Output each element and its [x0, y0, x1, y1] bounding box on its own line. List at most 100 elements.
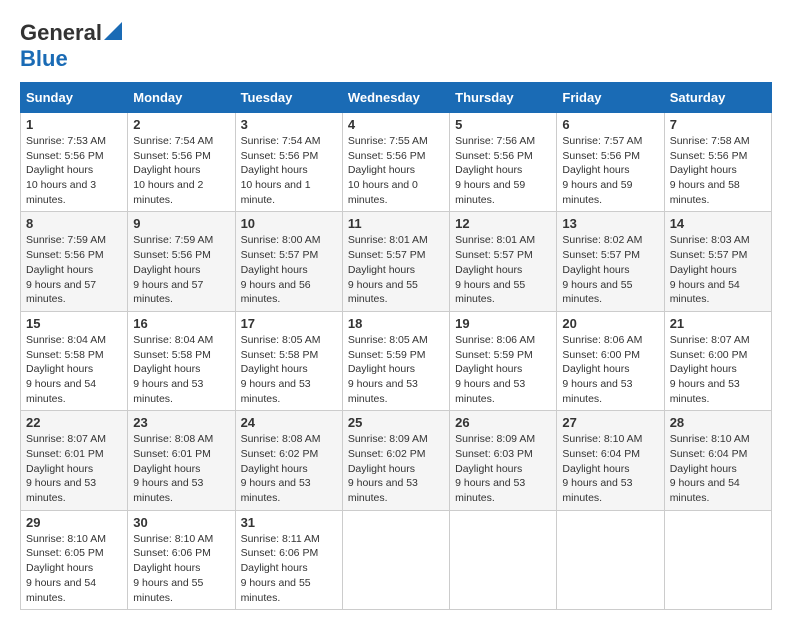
day-info: Sunrise: 7:54 AM Sunset: 5:56 PM Dayligh…	[241, 134, 337, 207]
sunset-label: Sunset: 5:58 PM	[26, 349, 104, 361]
weekday-header-wednesday: Wednesday	[342, 83, 449, 113]
calendar-week-4: 22 Sunrise: 8:07 AM Sunset: 6:01 PM Dayl…	[21, 411, 772, 510]
day-number: 24	[241, 415, 337, 430]
sunset-label: Sunset: 5:57 PM	[455, 249, 533, 261]
day-info: Sunrise: 7:58 AM Sunset: 5:56 PM Dayligh…	[670, 134, 766, 207]
daylight-label: Daylight hours	[562, 164, 629, 176]
daylight-value: 9 hours and 54 minutes.	[26, 378, 96, 405]
sunrise-label: Sunrise: 8:09 AM	[348, 433, 428, 445]
daylight-value: 9 hours and 53 minutes.	[670, 378, 740, 405]
sunrise-label: Sunrise: 8:00 AM	[241, 234, 321, 246]
calendar-cell: 21 Sunrise: 8:07 AM Sunset: 6:00 PM Dayl…	[664, 311, 771, 410]
day-number: 26	[455, 415, 551, 430]
day-number: 16	[133, 316, 229, 331]
daylight-value: 9 hours and 58 minutes.	[670, 179, 740, 206]
sunset-label: Sunset: 6:02 PM	[348, 448, 426, 460]
daylight-label: Daylight hours	[133, 363, 200, 375]
daylight-value: 9 hours and 53 minutes.	[455, 378, 525, 405]
day-number: 23	[133, 415, 229, 430]
day-info: Sunrise: 8:04 AM Sunset: 5:58 PM Dayligh…	[133, 333, 229, 406]
daylight-label: Daylight hours	[670, 463, 737, 475]
calendar-cell: 26 Sunrise: 8:09 AM Sunset: 6:03 PM Dayl…	[450, 411, 557, 510]
daylight-label: Daylight hours	[670, 363, 737, 375]
calendar-cell: 17 Sunrise: 8:05 AM Sunset: 5:58 PM Dayl…	[235, 311, 342, 410]
sunrise-label: Sunrise: 7:54 AM	[133, 135, 213, 147]
sunset-label: Sunset: 5:56 PM	[670, 150, 748, 162]
day-info: Sunrise: 8:11 AM Sunset: 6:06 PM Dayligh…	[241, 532, 337, 605]
calendar-cell: 12 Sunrise: 8:01 AM Sunset: 5:57 PM Dayl…	[450, 212, 557, 311]
sunrise-label: Sunrise: 8:04 AM	[26, 334, 106, 346]
calendar-cell: 31 Sunrise: 8:11 AM Sunset: 6:06 PM Dayl…	[235, 510, 342, 609]
sunrise-label: Sunrise: 7:53 AM	[26, 135, 106, 147]
day-info: Sunrise: 8:08 AM Sunset: 6:02 PM Dayligh…	[241, 432, 337, 505]
sunset-label: Sunset: 5:56 PM	[26, 150, 104, 162]
calendar-week-3: 15 Sunrise: 8:04 AM Sunset: 5:58 PM Dayl…	[21, 311, 772, 410]
sunrise-label: Sunrise: 8:10 AM	[562, 433, 642, 445]
sunset-label: Sunset: 6:00 PM	[670, 349, 748, 361]
day-number: 8	[26, 216, 122, 231]
daylight-label: Daylight hours	[348, 164, 415, 176]
calendar-cell: 25 Sunrise: 8:09 AM Sunset: 6:02 PM Dayl…	[342, 411, 449, 510]
calendar-cell: 6 Sunrise: 7:57 AM Sunset: 5:56 PM Dayli…	[557, 113, 664, 212]
daylight-label: Daylight hours	[133, 463, 200, 475]
calendar-cell: 29 Sunrise: 8:10 AM Sunset: 6:05 PM Dayl…	[21, 510, 128, 609]
calendar-cell: 13 Sunrise: 8:02 AM Sunset: 5:57 PM Dayl…	[557, 212, 664, 311]
day-info: Sunrise: 8:07 AM Sunset: 6:01 PM Dayligh…	[26, 432, 122, 505]
daylight-label: Daylight hours	[241, 264, 308, 276]
calendar-cell: 14 Sunrise: 8:03 AM Sunset: 5:57 PM Dayl…	[664, 212, 771, 311]
logo-icon	[104, 22, 122, 40]
sunset-label: Sunset: 5:58 PM	[133, 349, 211, 361]
day-info: Sunrise: 7:59 AM Sunset: 5:56 PM Dayligh…	[133, 233, 229, 306]
daylight-value: 9 hours and 55 minutes.	[133, 577, 203, 604]
daylight-label: Daylight hours	[241, 562, 308, 574]
daylight-value: 10 hours and 2 minutes.	[133, 179, 203, 206]
sunset-label: Sunset: 5:56 PM	[348, 150, 426, 162]
calendar-body: 1 Sunrise: 7:53 AM Sunset: 5:56 PM Dayli…	[21, 113, 772, 610]
day-number: 31	[241, 515, 337, 530]
sunrise-label: Sunrise: 7:56 AM	[455, 135, 535, 147]
sunrise-label: Sunrise: 8:06 AM	[455, 334, 535, 346]
sunrise-label: Sunrise: 8:08 AM	[133, 433, 213, 445]
day-info: Sunrise: 7:56 AM Sunset: 5:56 PM Dayligh…	[455, 134, 551, 207]
day-info: Sunrise: 8:06 AM Sunset: 6:00 PM Dayligh…	[562, 333, 658, 406]
daylight-label: Daylight hours	[670, 164, 737, 176]
daylight-label: Daylight hours	[455, 363, 522, 375]
day-number: 15	[26, 316, 122, 331]
day-info: Sunrise: 8:10 AM Sunset: 6:04 PM Dayligh…	[562, 432, 658, 505]
daylight-value: 9 hours and 53 minutes.	[455, 477, 525, 504]
day-number: 2	[133, 117, 229, 132]
day-number: 20	[562, 316, 658, 331]
calendar-week-5: 29 Sunrise: 8:10 AM Sunset: 6:05 PM Dayl…	[21, 510, 772, 609]
daylight-label: Daylight hours	[455, 164, 522, 176]
sunrise-label: Sunrise: 8:05 AM	[348, 334, 428, 346]
sunset-label: Sunset: 6:01 PM	[26, 448, 104, 460]
calendar-cell: 20 Sunrise: 8:06 AM Sunset: 6:00 PM Dayl…	[557, 311, 664, 410]
day-info: Sunrise: 8:02 AM Sunset: 5:57 PM Dayligh…	[562, 233, 658, 306]
calendar-cell: 16 Sunrise: 8:04 AM Sunset: 5:58 PM Dayl…	[128, 311, 235, 410]
sunrise-label: Sunrise: 7:58 AM	[670, 135, 750, 147]
daylight-label: Daylight hours	[26, 264, 93, 276]
sunrise-label: Sunrise: 8:10 AM	[26, 533, 106, 545]
daylight-label: Daylight hours	[26, 164, 93, 176]
sunset-label: Sunset: 5:56 PM	[455, 150, 533, 162]
calendar-cell: 30 Sunrise: 8:10 AM Sunset: 6:06 PM Dayl…	[128, 510, 235, 609]
calendar-cell: 24 Sunrise: 8:08 AM Sunset: 6:02 PM Dayl…	[235, 411, 342, 510]
daylight-value: 9 hours and 53 minutes.	[241, 378, 311, 405]
daylight-value: 10 hours and 1 minute.	[241, 179, 311, 206]
sunrise-label: Sunrise: 7:57 AM	[562, 135, 642, 147]
logo-text: General	[20, 20, 102, 46]
day-info: Sunrise: 8:10 AM Sunset: 6:05 PM Dayligh…	[26, 532, 122, 605]
daylight-value: 9 hours and 53 minutes.	[562, 378, 632, 405]
day-number: 21	[670, 316, 766, 331]
daylight-value: 9 hours and 53 minutes.	[562, 477, 632, 504]
daylight-label: Daylight hours	[348, 463, 415, 475]
daylight-value: 9 hours and 54 minutes.	[26, 577, 96, 604]
day-info: Sunrise: 8:09 AM Sunset: 6:03 PM Dayligh…	[455, 432, 551, 505]
sunset-label: Sunset: 6:03 PM	[455, 448, 533, 460]
sunrise-label: Sunrise: 7:55 AM	[348, 135, 428, 147]
page-header: General Blue	[20, 20, 772, 72]
weekday-header-thursday: Thursday	[450, 83, 557, 113]
daylight-label: Daylight hours	[348, 363, 415, 375]
day-info: Sunrise: 7:55 AM Sunset: 5:56 PM Dayligh…	[348, 134, 444, 207]
calendar-cell	[342, 510, 449, 609]
